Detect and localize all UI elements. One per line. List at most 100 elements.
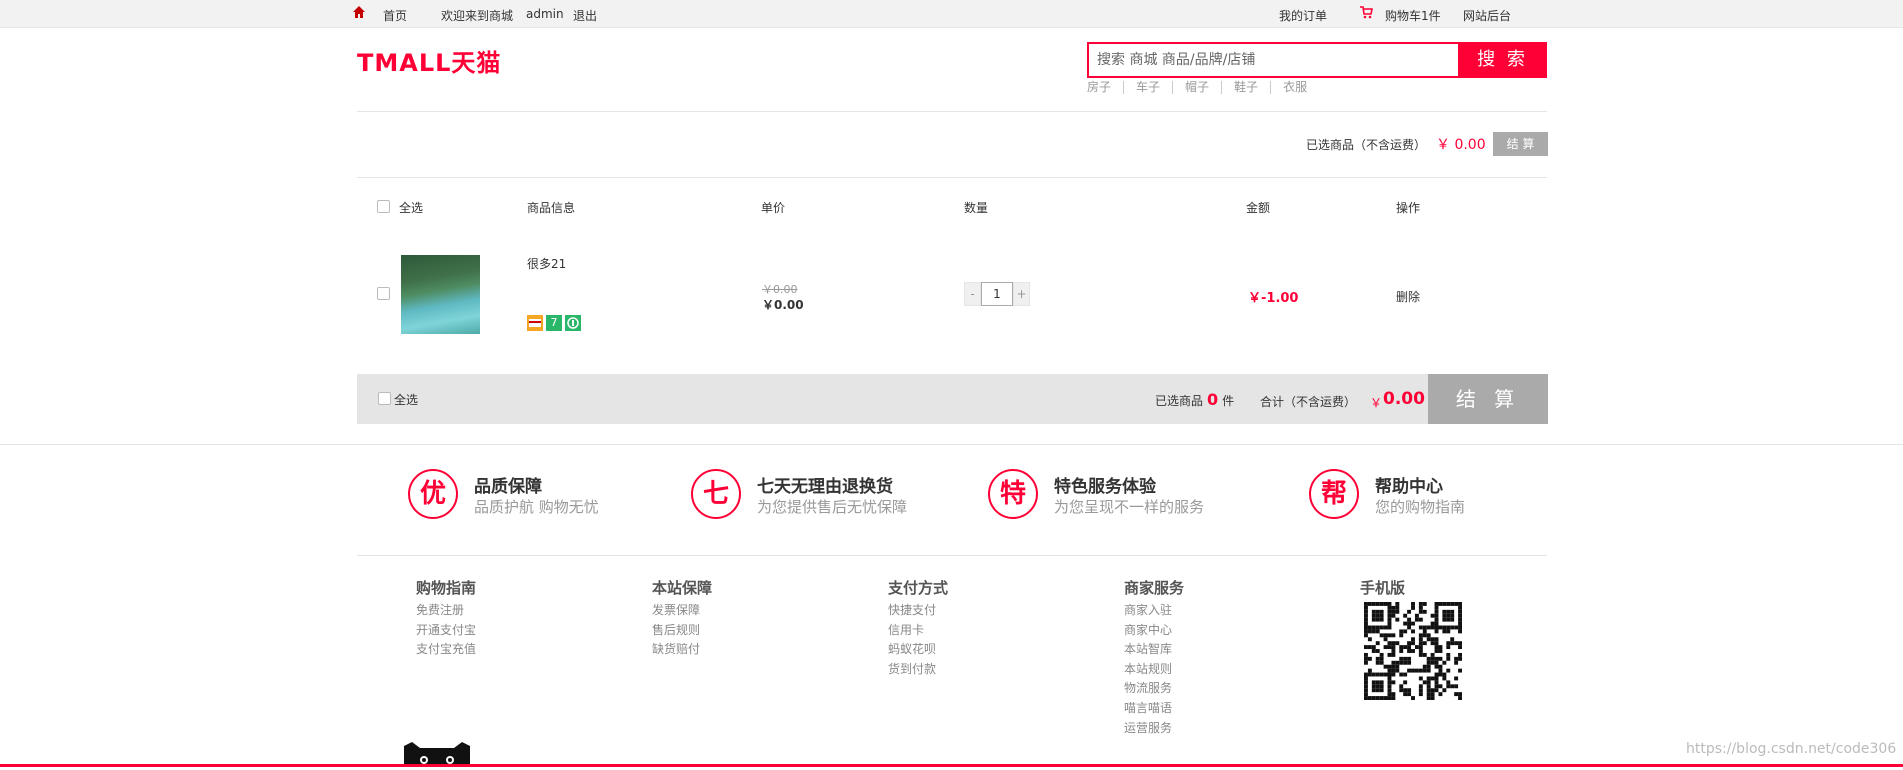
service-title: 特色服务体验 [1054,477,1156,497]
divider [357,555,1547,556]
logout-link[interactable]: 退出 [573,7,597,24]
footer-link[interactable]: 发票保障 [652,601,712,621]
username-link[interactable]: admin [526,7,564,21]
service-desc: 您的购物指南 [1375,498,1466,516]
checkout-button[interactable]: 结 算 [1428,374,1548,424]
product-image[interactable] [401,255,480,334]
selected-summary-price: ￥ 0.00 [1436,137,1486,153]
service-seven-day-return: 七 七天无理由退换货 为您提供售后无忧保障 [691,469,951,521]
footer-link[interactable]: 快捷支付 [888,601,948,621]
tmall-logo[interactable]: TMALL天猫 [357,50,501,76]
footer-link[interactable]: 开通支付宝 [416,621,476,641]
footer-link[interactable]: 蚂蚁花呗 [888,640,948,660]
top-bar: 首页 欢迎来到商城 admin 退出 我的订单 购物车1件 网站后台 [0,0,1903,28]
selected-prefix: 已选商品 [1155,394,1204,408]
search-input[interactable] [1089,44,1461,76]
original-price: ￥0.00 [762,283,798,296]
footer-link[interactable]: 支付宝充值 [416,640,476,660]
total-label: 合计（不含运费） [1260,395,1357,409]
footer-col-title: 手机版 [1360,579,1406,597]
select-all-label: 全选 [399,201,424,215]
special-service-icon: 特 [988,469,1038,519]
footer-link[interactable]: 商家中心 [1124,621,1184,641]
bottom-select-all-checkbox[interactable] [378,392,391,405]
selected-summary-label: 已选商品（不含运费） [1306,138,1427,152]
footer-link[interactable]: 商家入驻 [1124,601,1184,621]
logo-text: TMALL天猫 [357,49,502,77]
footer-link[interactable]: 喵言喵语 [1124,699,1184,719]
hot-word[interactable]: 衣服 [1283,81,1319,94]
col-operation: 操作 [1396,201,1421,215]
hot-word[interactable]: 车子 [1136,81,1174,94]
divider [357,177,1547,178]
footer-link[interactable]: 本站智库 [1124,640,1184,660]
search-button[interactable]: 搜 索 [1458,42,1547,78]
footer-col-merchant: 商家服务 商家入驻 商家中心 本站智库 本站规则 物流服务 喵言喵语 运营服务 [1124,577,1184,738]
hot-words: 房子 车子 帽子 鞋子 衣服 [1087,81,1331,94]
footer-col-title: 商家服务 [1124,579,1185,597]
service-title: 品质保障 [474,477,542,497]
welcome-text: 欢迎来到商城 [441,9,514,23]
footer-col-title: 支付方式 [888,579,949,597]
hot-word[interactable]: 帽子 [1185,81,1223,94]
footer-link[interactable]: 售后规则 [652,621,712,641]
service-title: 帮助中心 [1375,477,1443,497]
selected-suffix: 件 [1222,394,1235,408]
qr-code-icon [1364,602,1462,700]
footer-link[interactable]: 缺货赔付 [652,640,712,660]
gift-icon [565,315,581,331]
help-center-icon: 帮 [1309,469,1359,519]
delete-link[interactable]: 删除 [1396,288,1420,305]
watermark: https://blog.csdn.net/code306 [1686,741,1897,757]
service-desc: 品质护航 购物无忧 [474,498,599,516]
select-all-checkbox[interactable] [377,200,390,213]
divider [0,444,1903,445]
quality-icon: 优 [408,469,458,519]
service-title: 七天无理由退换货 [757,477,893,497]
home-icon[interactable] [352,5,366,22]
selected-count-number: 0 [1207,390,1219,409]
service-special: 特 特色服务体验 为您呈现不一样的服务 [988,469,1248,521]
bottom-select-all-label: 全选 [394,393,419,407]
col-quantity: 数量 [964,201,989,215]
service-desc: 为您提供售后无忧保障 [757,498,908,516]
cart-link[interactable]: 购物车1件 [1385,7,1441,24]
product-badges: 7 [527,315,581,331]
seven-day-return-icon: 七 [691,469,741,519]
checkout-bar [357,374,1547,424]
home-link[interactable]: 首页 [383,7,407,24]
seven-day-icon: 7 [546,315,562,331]
footer-col-mobile: 手机版 [1360,577,1405,601]
footer-col-title: 本站保障 [652,579,713,597]
quantity-decrease-button[interactable]: - [964,282,981,306]
footer-col-site-guarantee: 本站保障 发票保障 售后规则 缺货赔付 [652,577,712,660]
total-price: 0.00 [1383,389,1425,409]
selected-count: 已选商品 0 件 [1155,390,1234,409]
footer-link[interactable]: 本站规则 [1124,660,1184,680]
service-quality: 优 品质保障 品质护航 购物无忧 [408,469,608,521]
footer-link[interactable]: 物流服务 [1124,679,1184,699]
current-price: ￥0.00 [762,298,804,312]
footer-link[interactable]: 免费注册 [416,601,476,621]
footer-link[interactable]: 货到付款 [888,660,948,680]
my-orders-link[interactable]: 我的订单 [1279,7,1327,24]
credit-card-icon [527,315,543,331]
footer-col-shopping-guide: 购物指南 免费注册 开通支付宝 支付宝充值 [416,577,476,660]
footer-col-title: 购物指南 [416,579,477,597]
hot-word[interactable]: 房子 [1087,81,1125,94]
item-amount: ￥-1.00 [1248,291,1299,306]
col-amount: 金额 [1246,201,1271,215]
cart-icon[interactable] [1360,6,1373,22]
admin-site-link[interactable]: 网站后台 [1463,7,1511,24]
footer-link[interactable]: 运营服务 [1124,719,1184,739]
hot-word[interactable]: 鞋子 [1234,81,1272,94]
checkout-button-top[interactable]: 结 算 [1493,132,1548,156]
quantity-increase-button[interactable]: + [1013,282,1030,306]
footer-col-payment: 支付方式 快捷支付 信用卡 蚂蚁花呗 货到付款 [888,577,948,679]
footer-link[interactable]: 信用卡 [888,621,948,641]
service-desc: 为您呈现不一样的服务 [1054,498,1205,516]
item-checkbox[interactable] [377,287,390,300]
quantity-input[interactable]: 1 [981,282,1013,306]
product-name[interactable]: 很多21 [527,255,566,272]
col-unit-price: 单价 [761,201,786,215]
